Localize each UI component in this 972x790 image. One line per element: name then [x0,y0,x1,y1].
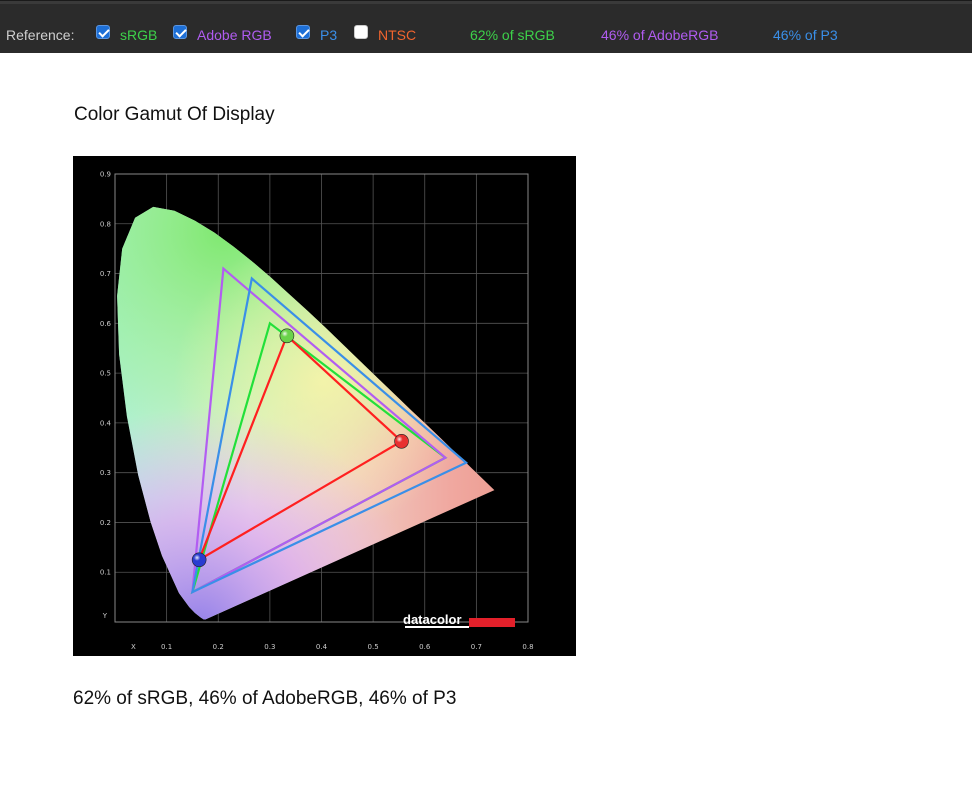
srgb-label[interactable]: sRGB [120,26,157,44]
p3-checkbox[interactable] [296,25,310,39]
primary-point-highlight [279,328,294,343]
x-tick-label: 0.3 [264,643,275,651]
adobe-rgb-coverage: 46% of AdobeRGB [601,27,719,43]
x-tick-label: 0.6 [419,643,431,651]
ntsc-checkbox[interactable] [354,25,368,39]
y-axis-label: Y [102,612,108,620]
y-tick-label: 0.2 [100,519,111,527]
primary-point [191,552,207,568]
x-axis-label: X [131,643,136,651]
x-tick-label: 0.1 [161,643,172,651]
y-tick-label: 0.6 [100,320,112,328]
ntsc-label[interactable]: NTSC [378,26,416,44]
x-tick-label: 0.2 [213,643,224,651]
color-gamut-chart: X Y 0.1 0.2 0.3 0.4 0.5 0.6 0.7 0.8 0.1 0.2 0.3 0.4 0.… [73,156,576,656]
p3-label[interactable]: P3 [320,26,337,44]
y-tick-label: 0.8 [100,220,111,228]
coverage-caption: 62% of sRGB, 46% of AdobeRGB, 46% of P3 [73,688,457,709]
cie-chromaticity-plot: X Y 0.1 0.2 0.3 0.4 0.5 0.6 0.7 0.8 0.1 0.2 0.3 0.4 0.… [100,171,534,652]
p3-coverage: 46% of P3 [773,27,838,43]
y-tick-label: 0.5 [100,370,111,378]
watermark-red-bar [469,618,515,627]
x-tick-label: 0.4 [316,643,328,651]
srgb-checkbox[interactable] [96,25,110,39]
x-tick-label: 0.8 [522,643,533,651]
watermark-underline [405,626,469,628]
adobe-rgb-label[interactable]: Adobe RGB [197,26,272,44]
srgb-coverage: 62% of sRGB [470,27,555,43]
y-tick-label: 0.1 [100,569,111,577]
x-tick-label: 0.7 [471,643,482,651]
y-tick-label: 0.7 [100,270,111,278]
page-title: Color Gamut Of Display [74,104,275,125]
chromaticity-fill [117,206,495,620]
x-tick-label: 0.5 [368,643,379,651]
reference-toolbar: Reference: sRGB Adobe RGB P3 NTSC 62% of… [0,0,972,53]
primary-point-highlight [394,434,409,449]
datacolor-watermark: datacolor [403,612,462,627]
adobe-rgb-checkbox[interactable] [173,25,187,39]
y-tick-label: 0.3 [100,469,111,477]
y-tick-label: 0.4 [100,419,112,427]
primary-point [394,434,409,449]
reference-label: Reference: [6,27,75,43]
primary-point [279,328,295,344]
primary-point-highlight [192,552,207,567]
y-tick-label: 0.9 [100,171,111,179]
toolbar-top-edge [0,1,972,4]
